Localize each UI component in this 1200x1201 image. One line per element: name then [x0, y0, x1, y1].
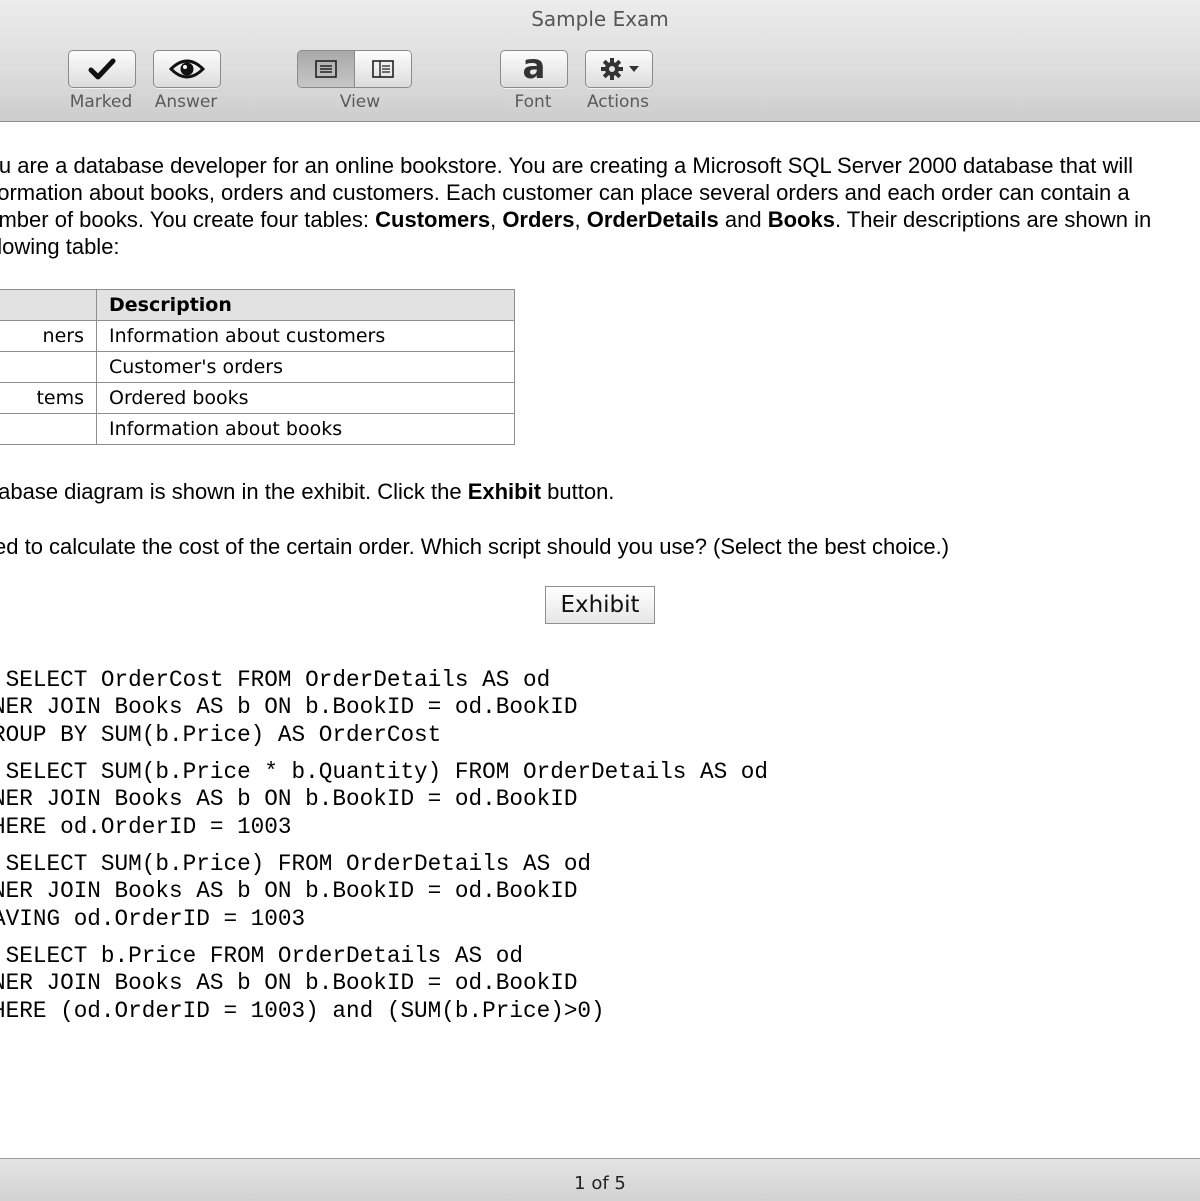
- table-cell-description: Customer's orders: [96, 351, 515, 383]
- table-row: Information about books: [0, 413, 515, 445]
- view-segmented-control: [297, 50, 412, 88]
- diagram-note: tabase diagram is shown in the exhibit. …: [0, 479, 614, 505]
- table-cell-name: tems: [0, 382, 97, 414]
- font-label: Font: [514, 92, 552, 112]
- question-text: following table:: [0, 234, 120, 259]
- diagram-note-bold: Exhibit: [467, 479, 542, 504]
- table-cell-description: Information about customers: [96, 320, 515, 352]
- window-title: Sample Exam: [531, 7, 669, 31]
- gear-icon: [600, 58, 623, 80]
- question-text: and: [718, 207, 768, 232]
- question-text: number of books. You create four tables:: [0, 207, 376, 232]
- view-label: View: [339, 92, 381, 112]
- table-cell-description: Ordered books: [96, 382, 515, 414]
- table-header-cell: [0, 289, 97, 321]
- font-icon: a: [522, 47, 546, 87]
- answer-button[interactable]: [153, 50, 221, 88]
- answer-choice-a[interactable]: SELECT OrderCost FROM OrderDetails AS od…: [0, 667, 577, 749]
- question-content: You are a database developer for an onli…: [0, 122, 1200, 1158]
- table-header-cell: Description: [96, 289, 515, 321]
- table-row: ners Information about customers: [0, 320, 515, 352]
- answer-choice-d[interactable]: SELECT b.Price FROM OrderDetails AS od N…: [0, 943, 605, 1025]
- question-text: ,: [574, 207, 587, 232]
- table-cell-description: Information about books: [96, 413, 515, 445]
- table-name-bold: Customers: [375, 207, 491, 232]
- table-cell-name: [0, 351, 97, 383]
- table-cell-name: ners: [0, 320, 97, 352]
- actions-button[interactable]: [585, 50, 653, 88]
- marked-label: Marked: [69, 92, 133, 112]
- diagram-note-text: tabase diagram is shown in the exhibit. …: [0, 479, 468, 504]
- list-view-icon: [315, 60, 337, 78]
- tables-description-table: Description ners Information about custo…: [0, 289, 515, 445]
- table-name-bold: Books: [767, 207, 835, 232]
- answer-choice-b[interactable]: SELECT SUM(b.Price * b.Quantity) FROM Or…: [0, 759, 768, 841]
- split-view-icon: [372, 60, 394, 78]
- chevron-down-icon: [628, 66, 639, 72]
- answer-choice-c[interactable]: SELECT SUM(b.Price) FROM OrderDetails AS…: [0, 851, 591, 933]
- checkmark-icon: [88, 58, 116, 80]
- answer-label: Answer: [154, 92, 218, 112]
- question-text: ,: [490, 207, 503, 232]
- status-bar: 1 of 5: [0, 1158, 1200, 1201]
- question-text: information about books, orders and cust…: [0, 180, 1130, 205]
- view-single-button[interactable]: [298, 51, 355, 87]
- font-button[interactable]: a: [500, 50, 568, 88]
- table-name-bold: OrderDetails: [586, 207, 719, 232]
- marked-button[interactable]: [68, 50, 136, 88]
- table-row: Customer's orders: [0, 351, 515, 383]
- diagram-note-text: button.: [541, 479, 615, 504]
- table-row: tems Ordered books: [0, 382, 515, 414]
- exhibit-button[interactable]: Exhibit: [545, 586, 655, 624]
- table-header-row: Description: [0, 289, 515, 321]
- view-split-button[interactable]: [355, 51, 411, 87]
- question-prompt: ed to calculate the cost of the certain …: [0, 534, 950, 559]
- question-text: . Their descriptions are shown in: [834, 207, 1152, 232]
- table-name-bold: Orders: [502, 207, 575, 232]
- actions-label: Actions: [586, 92, 650, 112]
- eye-icon: [169, 59, 205, 79]
- question-text: You are a database developer for an onli…: [0, 153, 1134, 178]
- page-indicator: 1 of 5: [574, 1173, 626, 1194]
- question-intro: You are a database developer for an onli…: [0, 152, 1200, 260]
- toolbar: Sample Exam Marked Answer View a Font Ac…: [0, 0, 1200, 122]
- table-cell-name: [0, 413, 97, 445]
